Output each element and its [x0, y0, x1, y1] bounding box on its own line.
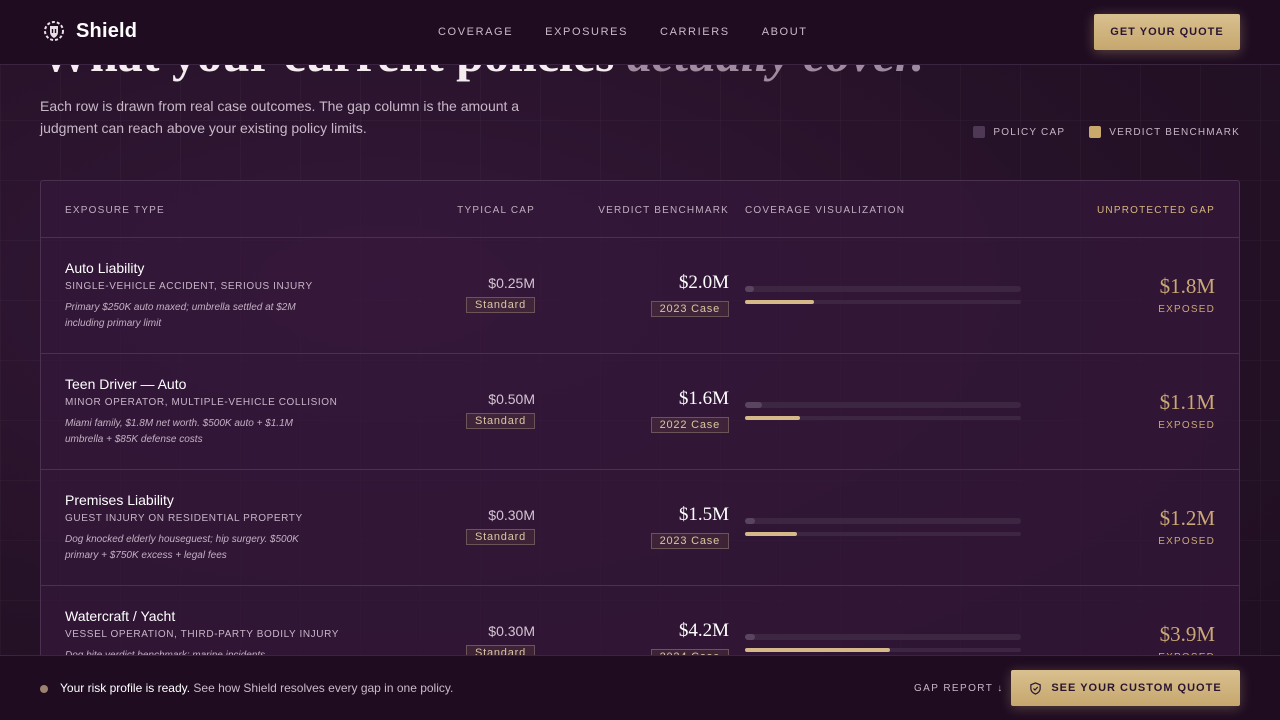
- risk-profile-message: Your risk profile is ready. See how Shie…: [60, 681, 453, 695]
- legend-label-verdict-benchmark: VERDICT BENCHMARK: [1109, 126, 1240, 138]
- case-note: Primary $250K auto maxed; umbrella settl…: [65, 302, 296, 329]
- verdict-value: $2.0M: [678, 272, 729, 293]
- typical-cap-value: $0.30M: [488, 623, 535, 639]
- sticky-cta-bar: Your risk profile is ready. See how Shie…: [0, 655, 1280, 720]
- exposure-name: Teen Driver — Auto: [65, 376, 187, 392]
- risk-profile-headline: Your risk profile is ready.: [60, 681, 191, 695]
- gap-value: $1.1M: [1159, 390, 1215, 414]
- legend-item-policy-cap: POLICY CAP: [973, 126, 1065, 138]
- verdict-year-tag: 2022 Case: [650, 417, 729, 433]
- exposure-name: Auto Liability: [65, 260, 145, 276]
- table-row[interactable]: Premises Liability GUEST INJURY ON RESID…: [41, 470, 1239, 586]
- verdict-benchmark-bar: [745, 416, 801, 420]
- status-dot-icon: [40, 685, 48, 693]
- typical-cap-value: $0.50M: [488, 391, 535, 407]
- verdict-benchmark-bar: [745, 300, 814, 304]
- gap-value: $3.9M: [1159, 622, 1215, 646]
- verdict-track: [745, 648, 1021, 652]
- see-custom-quote-button[interactable]: SEE YOUR CUSTOM QUOTE: [1011, 670, 1240, 706]
- shield-crest-icon: [44, 21, 64, 41]
- gap-report-link[interactable]: GAP REPORT ↓: [914, 683, 1004, 694]
- exposure-table: EXPOSURE TYPE TYPICAL CAP VERDICT BENCHM…: [40, 180, 1240, 720]
- exposure-subtype: SINGLE-VEHICLE ACCIDENT, SERIOUS INJURY: [65, 281, 313, 292]
- policy-cap-track: [745, 402, 1021, 408]
- get-quote-button[interactable]: GET YOUR QUOTE: [1094, 14, 1240, 50]
- nav-link-carriers[interactable]: CARRIERS: [660, 26, 730, 38]
- nav-link-coverage[interactable]: COVERAGE: [438, 26, 513, 38]
- typical-cap-value: $0.25M: [488, 275, 535, 291]
- shield-check-icon: [1030, 681, 1042, 695]
- exposed-label: EXPOSED: [1158, 420, 1215, 431]
- policy-cap-bar: [745, 402, 763, 408]
- cap-tag: Standard: [465, 529, 535, 545]
- verdict-year-tag: 2023 Case: [650, 301, 729, 317]
- case-note: Miami family, $1.8M net worth. $500K aut…: [65, 418, 293, 445]
- exposure-subtype: MINOR OPERATOR, MULTIPLE-VEHICLE COLLISI…: [65, 397, 338, 408]
- column-header-verdict-benchmark: VERDICT BENCHMARK: [598, 205, 729, 216]
- policy-cap-bar: [745, 286, 754, 292]
- page-subtitle: Each row is drawn from real case outcome…: [40, 98, 520, 136]
- table-row[interactable]: Auto Liability SINGLE-VEHICLE ACCIDENT, …: [41, 238, 1239, 354]
- verdict-year-tag: 2023 Case: [650, 533, 729, 549]
- policy-cap-bar: [745, 634, 756, 640]
- coverage-bars: [745, 402, 1021, 422]
- verdict-value: $1.6M: [678, 388, 729, 409]
- verdict-track: [745, 416, 1021, 420]
- cap-tag: Standard: [465, 413, 535, 429]
- policy-cap-bar: [745, 518, 756, 524]
- risk-profile-detail: See how Shield resolves every gap in one…: [190, 681, 454, 695]
- legend-swatch-verdict-benchmark: [1089, 126, 1102, 138]
- column-header-exposure-type: EXPOSURE TYPE: [65, 205, 165, 216]
- gap-value: $1.2M: [1159, 506, 1215, 530]
- exposure-name: Watercraft / Yacht: [65, 608, 176, 624]
- exposure-subtype: VESSEL OPERATION, THIRD-PARTY BODILY INJ…: [65, 629, 340, 640]
- case-note: Dog knocked elderly houseguest; hip surg…: [65, 534, 299, 561]
- verdict-benchmark-bar: [745, 648, 890, 652]
- policy-cap-track: [745, 286, 1021, 292]
- cap-tag: Standard: [465, 297, 535, 313]
- table-header: EXPOSURE TYPE TYPICAL CAP VERDICT BENCHM…: [41, 181, 1239, 238]
- nav-link-exposures[interactable]: EXPOSURES: [545, 26, 628, 38]
- table-row[interactable]: Teen Driver — Auto MINOR OPERATOR, MULTI…: [41, 354, 1239, 470]
- exposed-label: EXPOSED: [1158, 304, 1215, 315]
- policy-cap-track: [745, 518, 1021, 524]
- legend-item-verdict-benchmark: VERDICT BENCHMARK: [1089, 126, 1240, 138]
- see-custom-quote-label: SEE YOUR CUSTOM QUOTE: [1051, 682, 1222, 694]
- exposure-subtype: GUEST INJURY ON RESIDENTIAL PROPERTY: [65, 513, 303, 524]
- top-nav-bar: Shield COVERAGE EXPOSURES CARRIERS ABOUT…: [0, 0, 1280, 65]
- main-nav: COVERAGE EXPOSURES CARRIERS ABOUT: [438, 26, 808, 38]
- typical-cap-value: $0.30M: [488, 507, 535, 523]
- column-header-unprotected-gap: UNPROTECTED GAP: [1096, 205, 1215, 216]
- verdict-track: [745, 532, 1021, 536]
- column-header-coverage-visualization: COVERAGE VISUALIZATION: [745, 205, 906, 216]
- column-header-typical-cap: TYPICAL CAP: [457, 205, 535, 216]
- brand-logo[interactable]: Shield: [42, 19, 137, 43]
- verdict-value: $4.2M: [678, 620, 729, 641]
- exposure-name: Premises Liability: [65, 492, 174, 508]
- exposed-label: EXPOSED: [1158, 536, 1215, 547]
- coverage-bars: [745, 518, 1021, 538]
- coverage-bars: [745, 286, 1021, 306]
- legend-swatch-policy-cap: [973, 126, 986, 138]
- verdict-value: $1.5M: [678, 504, 729, 525]
- gap-value: $1.8M: [1159, 274, 1215, 298]
- chart-legend: POLICY CAP VERDICT BENCHMARK: [973, 126, 1240, 138]
- verdict-track: [745, 300, 1021, 304]
- policy-cap-track: [745, 634, 1021, 640]
- coverage-bars: [745, 634, 1021, 654]
- brand-name: Shield: [76, 19, 138, 42]
- verdict-benchmark-bar: [745, 532, 797, 536]
- legend-label-policy-cap: POLICY CAP: [993, 126, 1066, 138]
- nav-link-about[interactable]: ABOUT: [762, 26, 808, 38]
